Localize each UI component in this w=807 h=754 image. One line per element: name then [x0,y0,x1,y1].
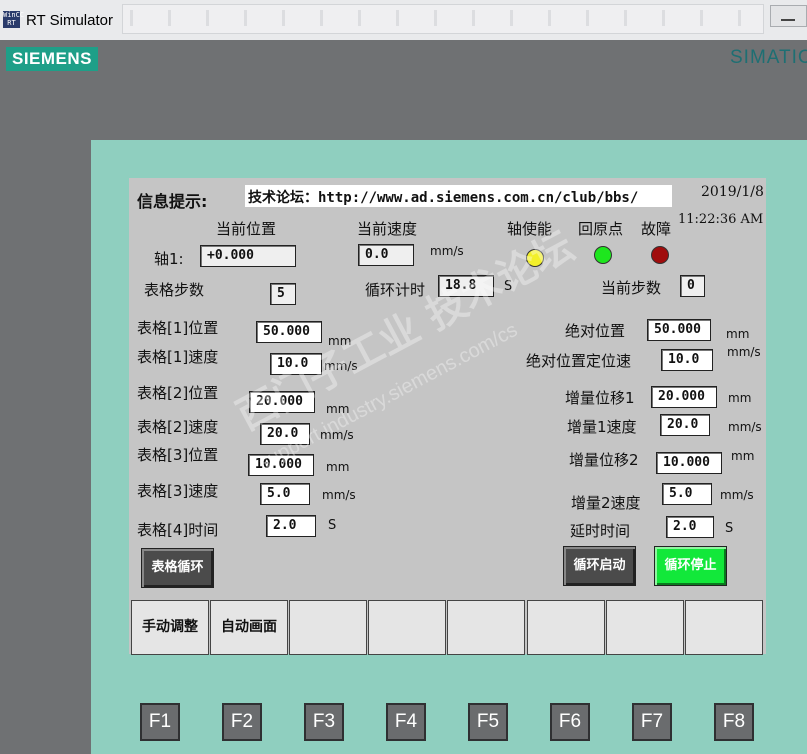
inc2-speed-unit: mm/s [720,488,754,502]
table-steps-field: 5 [270,283,296,305]
t2-position-label: 表格[2]位置 [137,384,219,402]
table-cycle-button[interactable]: 表格循环 [141,548,214,588]
inc2-label: 增量位移2 [569,451,639,469]
panel-frame [0,40,807,139]
axis-position-field: +0.000 [200,245,296,267]
home-label: 回原点 [578,220,624,238]
inc1-label: 增量位移1 [565,389,635,407]
delay-label: 延时时间 [570,522,631,540]
abs-speed-unit: mm/s [727,345,761,359]
abs-position-input[interactable]: 50.000 [647,319,711,341]
function-key-f2[interactable]: F2 [222,703,262,741]
window-title: RT Simulator [26,12,113,29]
t3-speed-input[interactable]: 5.0 [260,483,310,505]
inc1-unit: mm [728,391,752,405]
abs-position-unit: mm [726,327,750,341]
t3-position-label: 表格[3]位置 [137,446,219,464]
delay-unit: S [725,521,734,536]
t1-speed-label: 表格[1]速度 [137,348,219,366]
t3-position-unit: mm [326,460,350,474]
minimize-button[interactable] [770,5,807,27]
t4-time-unit: S [328,518,337,533]
inc2-input[interactable]: 10.000 [656,452,722,474]
current-step-label: 当前步数 [601,279,662,297]
t2-speed-label: 表格[2]速度 [137,418,219,436]
inc1-speed-input[interactable]: 20.0 [660,414,710,436]
minimize-icon [781,19,795,21]
t3-speed-unit: mm/s [322,488,356,502]
softkey-1[interactable]: 手动调整 [131,600,209,655]
t1-position-input[interactable]: 50.000 [256,321,322,343]
softkey-8[interactable] [685,600,763,655]
function-key-f7[interactable]: F7 [632,703,672,741]
function-key-f5[interactable]: F5 [468,703,508,741]
cycle-stop-button[interactable]: 循环停止 [654,546,727,586]
abs-position-label: 绝对位置 [565,322,626,340]
softkey-5[interactable] [447,600,525,655]
current-speed-label: 当前速度 [357,220,418,238]
info-text: 技术论坛：http://www.ad.siemens.com.cn/club/b… [248,190,639,206]
cycle-start-button[interactable]: 循环启动 [563,546,636,586]
softkey-3[interactable] [289,600,367,655]
function-key-f6[interactable]: F6 [550,703,590,741]
toolbar-icons [130,10,750,26]
t4-time-input[interactable]: 2.0 [266,515,316,537]
softkey-4[interactable] [368,600,446,655]
inc2-speed-label: 增量2速度 [571,494,641,512]
fault-label: 故障 [641,220,672,238]
date-display: 2019/1/8 [701,184,764,200]
table-steps-label: 表格步数 [144,281,205,299]
info-label: 信息提示: [137,192,208,211]
current-position-label: 当前位置 [216,220,277,238]
t4-time-label: 表格[4]时间 [137,521,219,539]
softkey-6[interactable] [527,600,605,655]
app-icon: WinCC RT [3,11,25,28]
function-key-f1[interactable]: F1 [140,703,180,741]
inc2-unit: mm [731,449,755,463]
inc2-speed-input[interactable]: 5.0 [662,483,712,505]
siemens-logo: SIEMENS [6,47,98,71]
home-lamp [594,246,612,264]
t1-position-label: 表格[1]位置 [137,319,219,337]
function-key-f3[interactable]: F3 [304,703,344,741]
time-display: 11:22:36 AM [678,212,764,227]
abs-speed-input[interactable]: 10.0 [661,349,713,371]
inc1-input[interactable]: 20.000 [651,386,717,408]
abs-speed-label: 绝对位置定位速 [526,352,632,370]
function-key-f4[interactable]: F4 [386,703,426,741]
softkey-2[interactable]: 自动画面 [210,600,288,655]
axis-label: 轴1: [154,250,184,268]
fault-lamp [651,246,669,264]
simatic-label: SIMATIC [730,47,807,68]
function-key-f8[interactable]: F8 [714,703,754,741]
softkey-7[interactable] [606,600,684,655]
current-speed-field: 0.0 [358,244,414,266]
inc1-speed-label: 增量1速度 [567,418,637,436]
current-step-field: 0 [680,275,705,297]
t3-speed-label: 表格[3]速度 [137,482,219,500]
inc1-speed-unit: mm/s [728,420,762,434]
delay-input[interactable]: 2.0 [666,516,714,538]
current-speed-unit: mm/s [430,244,464,258]
